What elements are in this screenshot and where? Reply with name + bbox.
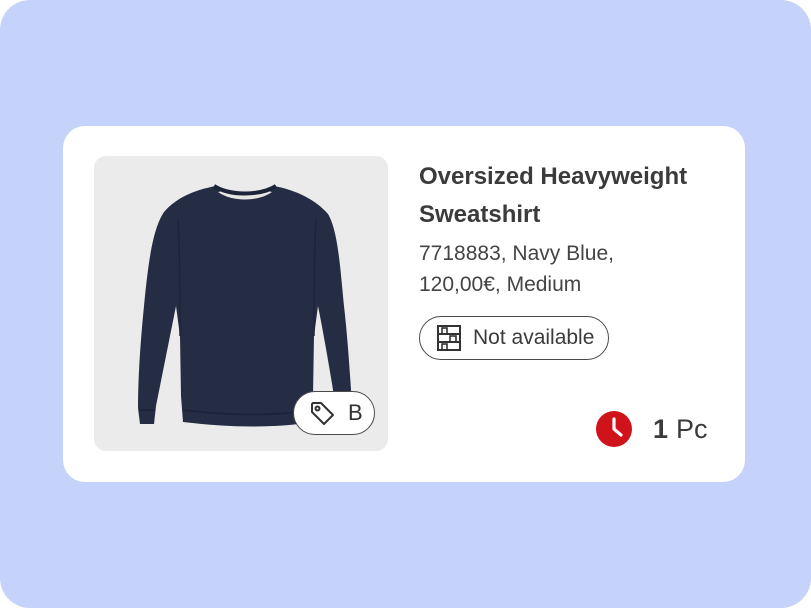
quantity-number: 1 — [653, 413, 669, 444]
product-card[interactable]: B Oversized Heavyweight Sweatshirt 77188… — [63, 126, 745, 482]
product-details: 7718883, Navy Blue, 120,00€, Medium — [419, 238, 729, 300]
shelf-icon — [437, 325, 461, 351]
page-background: B Oversized Heavyweight Sweatshirt 77188… — [0, 0, 811, 608]
quantity-indicator: 1 Pc — [595, 409, 708, 449]
availability-badge[interactable]: Not available — [419, 316, 610, 360]
product-details-line-1: 7718883, Navy Blue, — [419, 242, 614, 265]
tag-badge[interactable]: B — [293, 391, 375, 435]
product-details-line-2: 120,00€, Medium — [419, 273, 582, 296]
product-image: B — [94, 156, 388, 451]
price-tag-icon — [311, 402, 334, 425]
clock-icon — [596, 411, 632, 447]
quantity-unit: Pc — [676, 413, 708, 444]
product-title: Oversized Heavyweight Sweatshirt — [419, 163, 688, 228]
availability-label: Not available — [473, 326, 595, 349]
tag-label: B — [348, 400, 363, 425]
